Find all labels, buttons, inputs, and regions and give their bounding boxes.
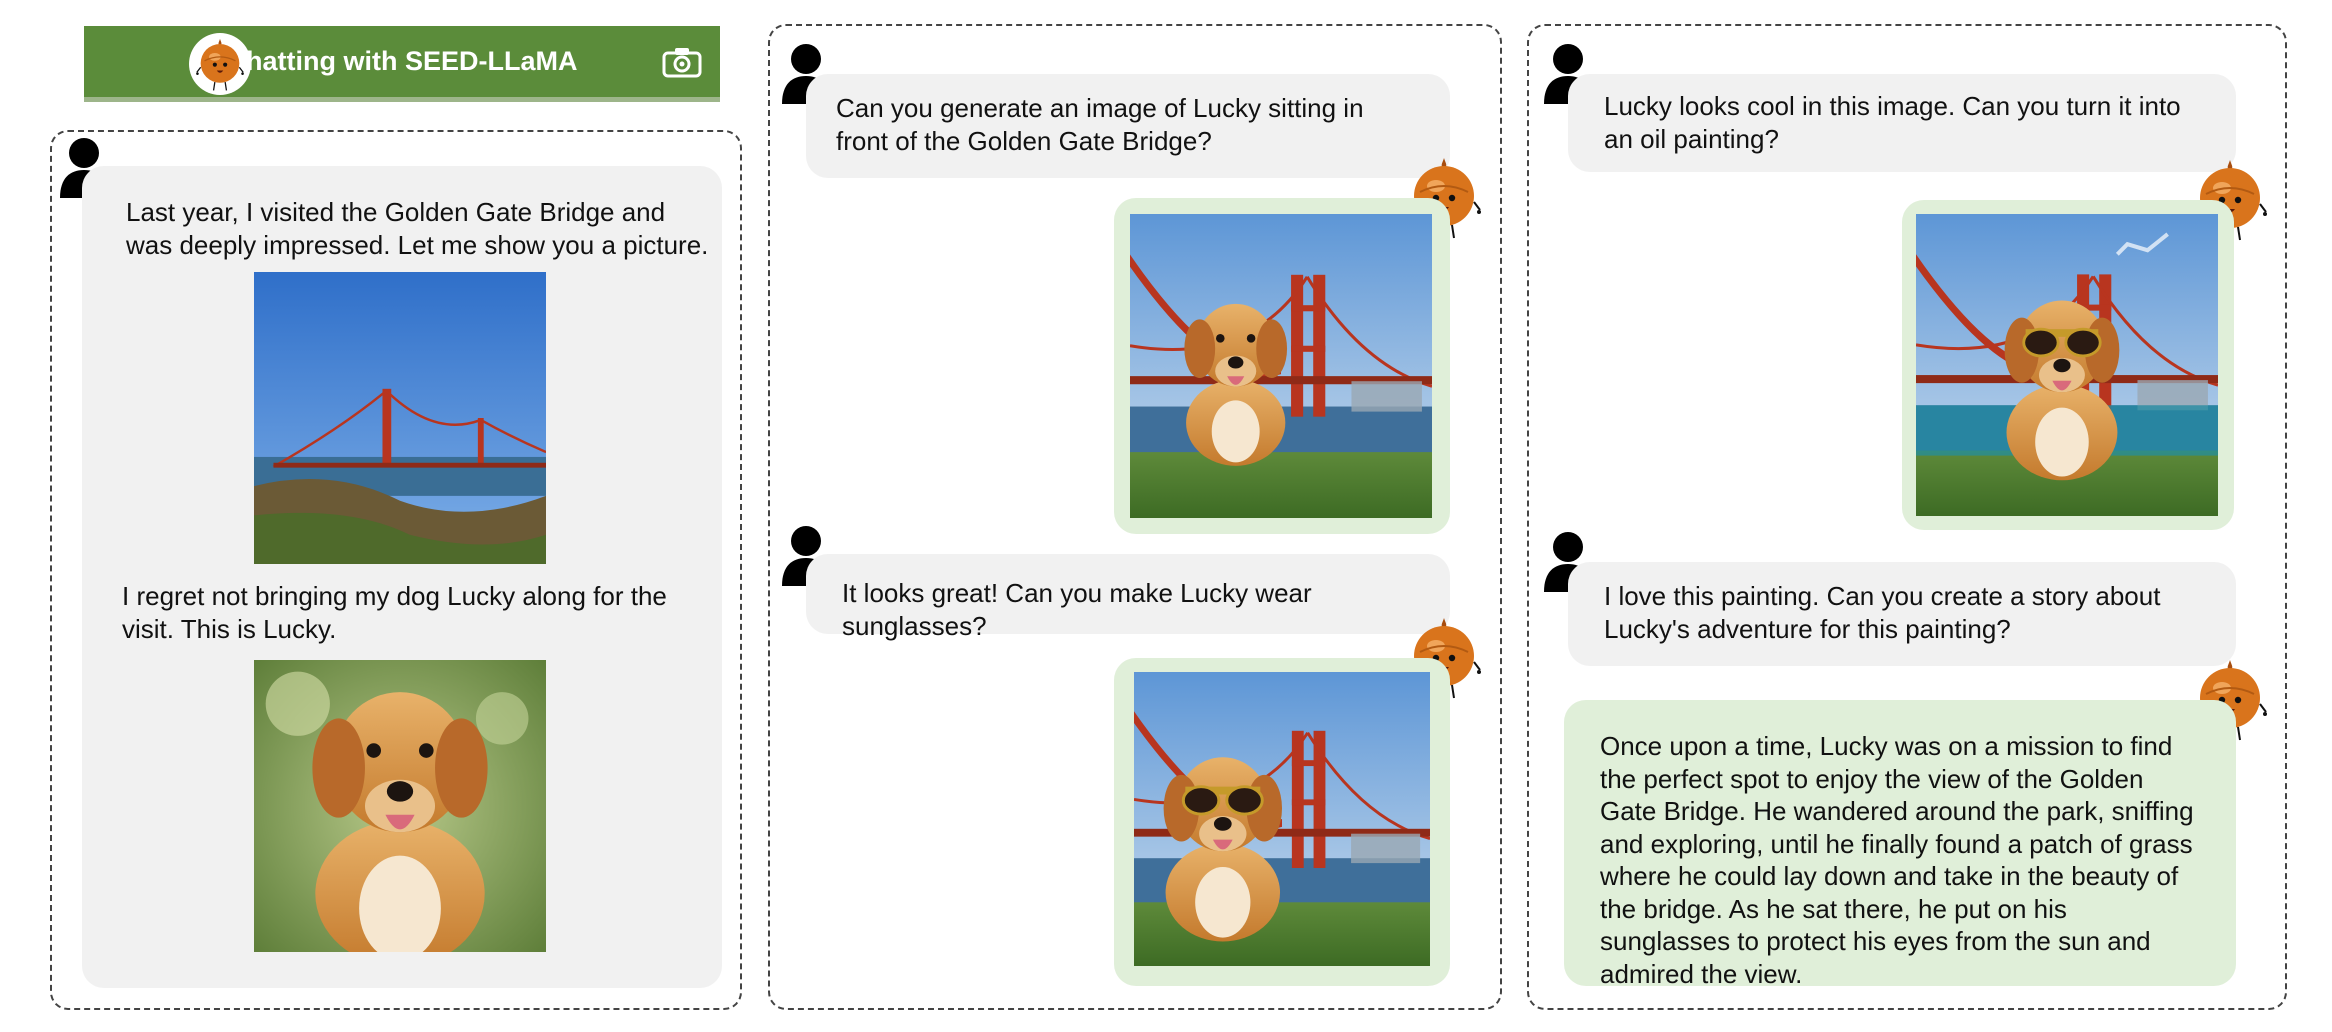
lucky-oil-painting xyxy=(1916,214,2218,516)
app-title: Chatting with SEED-LLaMA xyxy=(226,46,578,76)
seed-mascot-icon xyxy=(189,33,251,95)
bot-response-bubble: Once upon a time, Lucky was on a mission… xyxy=(1564,700,2236,989)
golden-retriever-photo xyxy=(254,660,546,952)
user-message-bubble: It looks great! Can you make Lucky wear … xyxy=(806,554,1450,641)
bot-story-text: Once upon a time, Lucky was on a mission… xyxy=(1600,731,2194,989)
user-message-text-2: I regret not bringing my dog Lucky along… xyxy=(122,581,667,644)
user-message-text: Lucky looks cool in this image. Can you … xyxy=(1604,91,2181,154)
user-message-text-1: Last year, I visited the Golden Gate Bri… xyxy=(126,197,709,260)
lucky-sunglasses-generated xyxy=(1134,672,1430,966)
lucky-bridge-generated xyxy=(1130,214,1432,518)
user-message-text: Can you generate an image of Lucky sitti… xyxy=(836,93,1364,156)
user-message-bubble: I love this painting. Can you create a s… xyxy=(1568,562,2236,666)
user-message-text: I love this painting. Can you create a s… xyxy=(1604,581,2161,644)
user-message-text: It looks great! Can you make Lucky wear … xyxy=(842,578,1312,641)
camera-icon[interactable] xyxy=(662,46,702,85)
app-banner: Chatting with SEED-LLaMA xyxy=(84,26,720,102)
user-message-bubble: Can you generate an image of Lucky sitti… xyxy=(806,74,1450,178)
golden-gate-photo xyxy=(254,272,546,564)
user-message-bubble: Lucky looks cool in this image. Can you … xyxy=(1568,74,2236,172)
